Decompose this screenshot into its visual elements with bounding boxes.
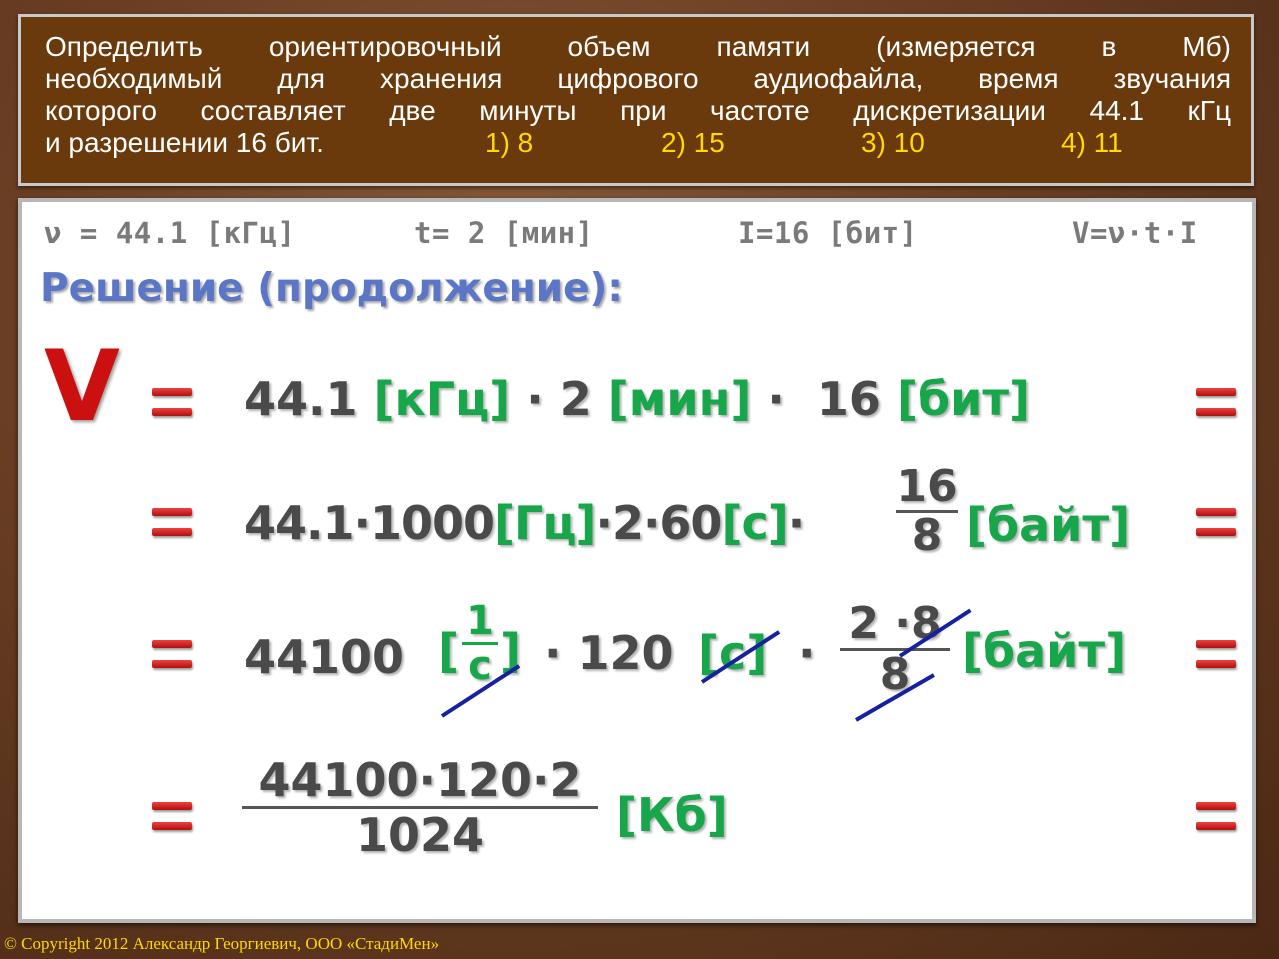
copyright-notice: © Copyright 2012 Александр Георгиевич, О… — [4, 934, 440, 953]
question-line-2: необходимый для хранения цифрового аудио… — [45, 63, 1231, 94]
equals-sign — [1196, 388, 1236, 418]
row3-dot: · — [798, 626, 816, 680]
row3-unit-num: 1 — [466, 598, 494, 644]
answer-option-2[interactable]: 2) 15 — [661, 127, 861, 159]
answer-option-4[interactable]: 4) 11 — [1061, 127, 1123, 159]
row4-numerator: 44100·120·2 — [258, 753, 582, 807]
row1-time: · 2 — [526, 372, 592, 426]
row2-unit-hz: [Гц] — [494, 496, 596, 550]
question-line-1: Определить ориентировочный объем памяти … — [45, 31, 1231, 62]
row3-time: · 120 — [544, 626, 674, 680]
question-line-4-text: и разрешении 16 бит. — [45, 127, 324, 158]
given-frequency: ν = 44.1 [кГц] — [44, 216, 296, 250]
row2-fraction: 16 8 — [896, 464, 958, 559]
question-line-3: которого составляет две минуты при часто… — [45, 95, 1231, 126]
equals-sign — [1196, 640, 1236, 670]
row1-bits: · 16 — [767, 372, 881, 426]
given-time: t= 2 [мин] — [414, 216, 594, 250]
row4-unit-kb: [Кб] — [616, 788, 728, 842]
row2-unit-s: [с] — [721, 496, 788, 550]
question-box: Определить ориентировочный объем памяти … — [18, 14, 1254, 186]
row2-denominator: 8 — [911, 510, 943, 561]
row3-bracket-open: [ — [438, 624, 460, 678]
equals-sign — [152, 508, 192, 538]
solution-heading: Решение (продолжение): — [40, 266, 623, 311]
formula-row-2: 44.1·1000[Гц]·2·60[с]· — [244, 496, 806, 550]
row1-frequency: 44.1 — [244, 372, 358, 426]
row4-fraction: 44100·120·2 1024 — [242, 754, 598, 861]
question-line-4: и разрешении 16 бит. 1) 8 2) 15 3) 10 4)… — [45, 127, 1231, 159]
row3-fraction: 2 ·8 8 — [840, 600, 950, 699]
formula-row-1: 44.1 [кГц] · 2 [мин] · 16 [бит] — [244, 374, 1030, 424]
answer-option-3[interactable]: 3) 10 — [861, 127, 1061, 159]
row3-numerator: 2 ·8 — [848, 598, 942, 649]
equals-sign — [152, 802, 192, 832]
row1-unit-min: [мин] — [607, 372, 752, 426]
solution-panel: ν = 44.1 [кГц] t= 2 [мин] I=16 [бит] V=ν… — [18, 198, 1256, 923]
equals-sign — [1196, 508, 1236, 538]
row3-unit-s: [с] — [698, 626, 768, 680]
row2-numerator: 16 — [896, 461, 958, 512]
row1-unit-bit: [бит] — [896, 372, 1031, 426]
row2-dot: · — [787, 496, 806, 550]
given-formula: V=ν·t·I — [1072, 216, 1198, 250]
row2-unit-byte: [байт] — [966, 498, 1131, 552]
row1-unit-khz: [кГц] — [373, 372, 511, 426]
row3-unit-fraction: 1 с — [462, 600, 498, 687]
equals-sign — [1196, 802, 1236, 832]
equals-sign — [152, 388, 192, 418]
volume-symbol: V — [44, 330, 120, 444]
answer-option-1[interactable]: 1) 8 — [485, 127, 661, 159]
row2-time: ·2·60 — [595, 496, 722, 550]
row4-denominator: 1024 — [355, 808, 485, 862]
row2-frequency: 44.1·1000 — [244, 496, 495, 550]
equals-sign — [152, 640, 192, 670]
row3-value: 44100 — [244, 630, 405, 684]
given-resolution: I=16 [бит] — [738, 216, 918, 250]
row3-unit-byte: [байт] — [962, 624, 1127, 678]
